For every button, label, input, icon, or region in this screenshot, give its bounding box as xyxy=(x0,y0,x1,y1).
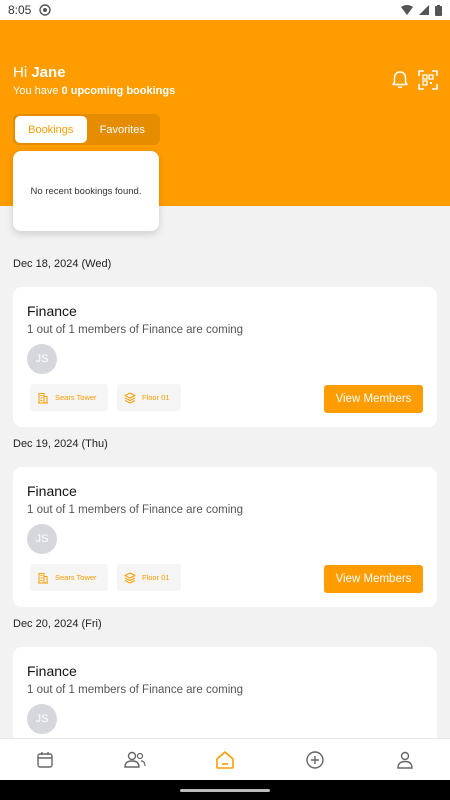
home-gesture-handle[interactable] xyxy=(180,789,270,792)
bottom-navigation xyxy=(0,738,450,780)
nav-add[interactable] xyxy=(295,740,335,780)
floor-chip: Floor 01 xyxy=(117,564,181,591)
tab-bookings[interactable]: Bookings xyxy=(15,116,87,143)
system-nav-bar xyxy=(0,780,450,800)
recent-bookings-card: No recent bookings found. xyxy=(13,151,159,231)
date-heading: Dec 20, 2024 (Fri) xyxy=(13,618,102,630)
booking-card: Finance 1 out of 1 members of Finance ar… xyxy=(13,287,437,427)
building-label: Sears Tower xyxy=(55,573,97,582)
view-members-button[interactable]: View Members xyxy=(324,385,423,413)
booking-subtitle: 1 out of 1 members of Finance are coming xyxy=(27,684,244,696)
nav-people[interactable] xyxy=(115,740,155,780)
avatar: JS xyxy=(27,704,57,734)
status-bar: 8:05 xyxy=(0,0,450,20)
booking-subtitle: 1 out of 1 members of Finance are coming xyxy=(27,324,244,336)
booking-subtitle: 1 out of 1 members of Finance are coming xyxy=(27,504,244,516)
bell-icon[interactable] xyxy=(390,70,410,90)
recent-empty-text: No recent bookings found. xyxy=(30,185,142,197)
date-heading: Dec 19, 2024 (Thu) xyxy=(13,438,108,450)
upcoming-count: 0 upcoming bookings xyxy=(61,85,176,97)
building-icon xyxy=(38,572,48,583)
user-name: Jane xyxy=(31,64,66,81)
booking-card: Finance 1 out of 1 members of Finance ar… xyxy=(13,647,437,747)
nav-calendar[interactable] xyxy=(25,740,65,780)
app-notification-icon xyxy=(39,4,52,16)
layers-icon xyxy=(124,392,136,403)
booking-card: Finance 1 out of 1 members of Finance ar… xyxy=(13,467,437,607)
upcoming-summary: You have 0 upcoming bookings xyxy=(13,85,175,97)
home-icon xyxy=(216,750,234,769)
nav-profile[interactable] xyxy=(385,740,425,780)
calendar-icon xyxy=(37,751,53,768)
qr-scan-icon[interactable] xyxy=(418,70,438,90)
building-icon xyxy=(38,392,48,403)
building-label: Sears Tower xyxy=(55,393,97,402)
nav-home[interactable] xyxy=(205,740,245,780)
tab-favorites[interactable]: Favorites xyxy=(87,116,159,143)
avatar: JS xyxy=(27,524,57,554)
booking-title: Finance xyxy=(27,303,77,319)
avatar: JS xyxy=(27,344,57,374)
floor-chip: Floor 01 xyxy=(117,384,181,411)
battery-icon xyxy=(435,4,442,16)
people-icon xyxy=(124,751,146,768)
layers-icon xyxy=(124,572,136,583)
profile-icon xyxy=(397,751,413,769)
booking-title: Finance xyxy=(27,663,77,679)
status-time: 8:05 xyxy=(8,3,32,17)
view-members-button[interactable]: View Members xyxy=(324,565,423,593)
floor-label: Floor 01 xyxy=(142,393,170,402)
building-chip: Sears Tower xyxy=(30,564,108,591)
signal-icon xyxy=(419,5,429,15)
wifi-icon xyxy=(401,5,413,15)
greeting: Hi Jane xyxy=(13,64,66,81)
upcoming-prefix: You have xyxy=(13,85,59,97)
floor-label: Floor 01 xyxy=(142,573,170,582)
date-heading: Dec 18, 2024 (Wed) xyxy=(13,258,112,270)
building-chip: Sears Tower xyxy=(30,384,108,411)
plus-circle-icon xyxy=(306,750,324,769)
booking-tabs: Bookings Favorites xyxy=(13,114,160,145)
greeting-prefix: Hi xyxy=(13,64,28,81)
booking-title: Finance xyxy=(27,483,77,499)
